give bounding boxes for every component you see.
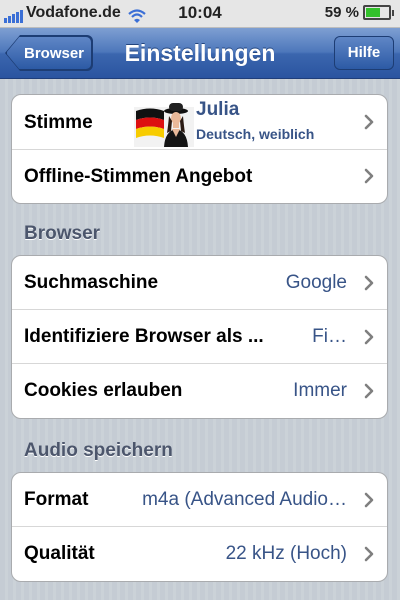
quality-row[interactable]: Qualität 22 kHz (Hoch) (12, 527, 387, 581)
chevron-right-icon (364, 492, 374, 508)
battery-percent: 59 % (324, 4, 359, 21)
chevron-right-icon (364, 168, 374, 184)
search-engine-value: Google (285, 272, 347, 293)
help-button[interactable]: Hilfe (334, 36, 394, 70)
chevron-right-icon (364, 546, 374, 562)
status-bar: Vodafone.de 10:04 59 % (0, 0, 400, 28)
cookies-row[interactable]: Cookies erlauben Immer (12, 364, 387, 418)
cookies-label: Cookies erlauben (24, 380, 183, 401)
offline-voices-label: Offline-Stimmen Angebot (24, 166, 253, 187)
identify-browser-row[interactable]: Identifiziere Browser als ... Fi… (12, 310, 387, 364)
offline-voices-row[interactable]: Offline-Stimmen Angebot (12, 150, 387, 203)
quality-label: Qualität (24, 543, 95, 564)
quality-value: 22 kHz (Hoch) (225, 543, 347, 564)
voice-row[interactable]: Stimme Julia Deutsch, weiblich (12, 95, 387, 150)
audio-settings-group: Format m4a (Advanced Audio… Qualität 22 … (11, 472, 388, 582)
navigation-bar: Browser Einstellungen Hilfe (0, 28, 400, 79)
search-engine-label: Suchmaschine (24, 272, 159, 293)
format-row[interactable]: Format m4a (Advanced Audio… (12, 473, 387, 527)
format-value: m4a (Advanced Audio… (142, 489, 347, 510)
identify-browser-value: Fi… (312, 326, 347, 347)
chevron-right-icon (364, 329, 374, 345)
voice-description: Deutsch, weiblich (196, 126, 315, 142)
format-label: Format (24, 489, 89, 510)
battery-icon (363, 5, 391, 20)
section-header-audio: Audio speichern (24, 440, 173, 461)
voice-name: Julia (196, 99, 240, 120)
browser-settings-group: Suchmaschine Google Identifiziere Browse… (11, 255, 388, 419)
battery-status: 59 % (325, 4, 394, 21)
voice-settings-group: Stimme Julia Deutsch, weiblich Offline-S… (11, 94, 388, 204)
identify-browser-label: Identifiziere Browser als ... (24, 326, 264, 347)
search-engine-row[interactable]: Suchmaschine Google (12, 256, 387, 310)
chevron-right-icon (364, 114, 374, 130)
cookies-value: Immer (293, 380, 347, 401)
voice-label: Stimme (24, 112, 93, 133)
chevron-right-icon (364, 383, 374, 399)
chevron-right-icon (364, 275, 374, 291)
section-header-browser: Browser (24, 223, 101, 244)
voice-avatar (134, 103, 194, 147)
